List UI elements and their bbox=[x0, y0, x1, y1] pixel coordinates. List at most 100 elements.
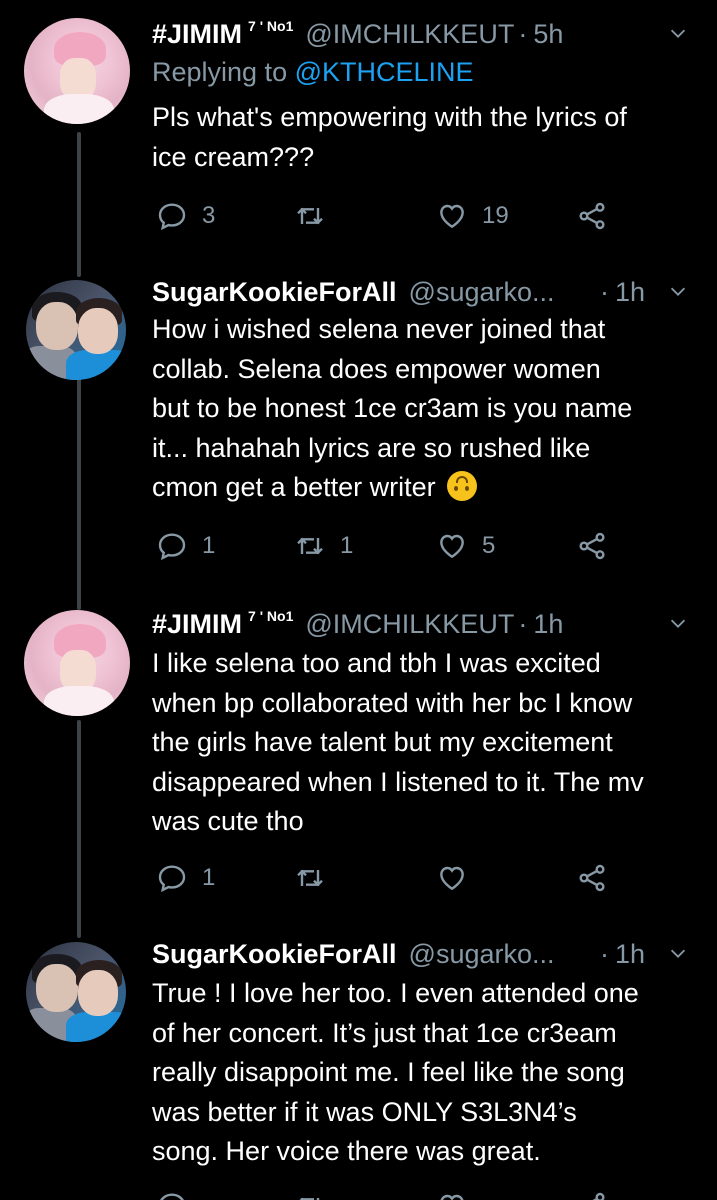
separator-dot: · bbox=[518, 608, 528, 639]
avatar[interactable] bbox=[26, 280, 126, 380]
retweet-icon bbox=[297, 869, 323, 887]
heart-icon bbox=[440, 1194, 464, 1200]
action-bar bbox=[152, 1186, 622, 1200]
heart-icon bbox=[440, 866, 464, 891]
avatar[interactable] bbox=[24, 610, 130, 716]
separator-dot: · bbox=[599, 276, 609, 307]
like-button[interactable] bbox=[436, 858, 468, 898]
upside-down-face-emoji bbox=[447, 471, 478, 501]
user-handle[interactable]: @IMCHILKKEUT bbox=[305, 609, 514, 640]
timestamp[interactable]: 1h bbox=[615, 939, 645, 970]
reply-button[interactable]: 3 bbox=[156, 196, 215, 236]
text-line: collab. Selena does empower women bbox=[152, 353, 601, 384]
text-line: Pls what's empowering with the lyrics of bbox=[152, 102, 627, 132]
text-line-with-emoji: cmon get a better writer bbox=[152, 468, 689, 508]
name-badge: 7 ' No1 bbox=[248, 608, 294, 624]
share-icon bbox=[592, 1192, 605, 1200]
retweet-button[interactable] bbox=[294, 1186, 326, 1200]
text-line: True ! I love her too. I even attended o… bbox=[152, 978, 639, 1008]
reply-count: 3 bbox=[202, 202, 216, 229]
text-line: disappeared when I listened to it. The m… bbox=[152, 766, 644, 797]
user-handle[interactable]: @sugarko... bbox=[409, 277, 555, 308]
display-name[interactable]: SugarKookieForAll bbox=[152, 277, 397, 308]
text-line: How i wished selena never joined that bbox=[152, 314, 606, 344]
name-badge: 7 ' No1 bbox=[248, 18, 294, 34]
text-line: ice cream??? bbox=[152, 141, 315, 172]
retweet-icon bbox=[299, 1197, 320, 1200]
retweet-button[interactable]: 1 bbox=[294, 526, 353, 566]
share-icon bbox=[579, 202, 605, 230]
tweet-text: How i wished selena never joined that co… bbox=[152, 310, 689, 508]
reply-count: 1 bbox=[202, 532, 216, 559]
reply-button[interactable] bbox=[156, 1186, 188, 1200]
retweet-icon bbox=[297, 537, 323, 555]
user-handle[interactable]: @IMCHILKKEUT bbox=[305, 19, 514, 50]
reply-icon bbox=[158, 203, 186, 231]
reply-count: 1 bbox=[202, 864, 216, 891]
text-line: when bp collaborated with her bc I know bbox=[152, 687, 633, 718]
text-line: really disappoint me. I feel like the so… bbox=[152, 1057, 625, 1087]
tweet-text: Pls what's empowering with the lyrics of… bbox=[152, 98, 689, 177]
action-bar: 1 1 5 bbox=[152, 526, 622, 566]
chevron-down-icon[interactable] bbox=[667, 22, 689, 44]
display-name[interactable]: SugarKookieForAll bbox=[152, 939, 397, 970]
tweet-header: #JIMIM 7 ' No1 @IMCHILKKEUT · 1h bbox=[152, 604, 689, 644]
avatar[interactable] bbox=[24, 18, 130, 124]
timestamp[interactable]: 1h bbox=[615, 277, 645, 308]
share-button[interactable] bbox=[576, 858, 608, 898]
display-name[interactable]: #JIMIM bbox=[152, 609, 242, 640]
like-button[interactable] bbox=[436, 1186, 468, 1200]
avatar[interactable] bbox=[26, 942, 126, 1042]
chevron-down-icon[interactable] bbox=[667, 280, 689, 302]
tweet-text: I like selena too and tbh I was excited … bbox=[152, 644, 689, 842]
chevron-down-icon[interactable] bbox=[667, 942, 689, 964]
share-button[interactable] bbox=[576, 196, 608, 236]
replying-to-handle-link[interactable]: @KTHCELINE bbox=[295, 57, 474, 87]
user-handle[interactable]: @sugarko... bbox=[409, 939, 555, 970]
share-button[interactable] bbox=[576, 526, 608, 566]
thread-line bbox=[77, 365, 81, 610]
display-name[interactable]: #JIMIM bbox=[152, 19, 242, 50]
retweet-button[interactable] bbox=[294, 858, 326, 898]
reply-button[interactable]: 1 bbox=[156, 858, 215, 898]
timestamp[interactable]: 1h bbox=[533, 609, 563, 640]
share-button[interactable] bbox=[576, 1186, 608, 1200]
share-icon bbox=[579, 864, 605, 892]
tweet-header: #JIMIM 7 ' No1 @IMCHILKKEUT · 5h bbox=[152, 14, 689, 54]
text-line: song. Her voice there was great. bbox=[152, 1136, 541, 1166]
reply-icon bbox=[160, 1193, 184, 1200]
thread-line bbox=[77, 132, 81, 277]
separator-dot: · bbox=[599, 938, 609, 969]
text-line: was cute tho bbox=[152, 806, 304, 836]
text-line: of her concert. It’s just that 1ce cr3ea… bbox=[152, 1017, 617, 1048]
separator-dot: · bbox=[518, 18, 528, 49]
like-button[interactable]: 5 bbox=[436, 526, 495, 566]
reply-icon bbox=[158, 865, 186, 893]
text-line: I like selena too and tbh I was excited bbox=[152, 648, 601, 678]
text-line: cmon get a better writer bbox=[152, 472, 436, 502]
action-bar: 1 bbox=[152, 858, 622, 898]
tweet-header: SugarKookieForAll @sugarko... · 1h bbox=[152, 272, 689, 312]
heart-icon bbox=[440, 534, 464, 559]
like-count: 19 bbox=[482, 202, 509, 229]
chevron-down-icon[interactable] bbox=[667, 612, 689, 634]
reply-button[interactable]: 1 bbox=[156, 526, 215, 566]
thread-line bbox=[77, 720, 81, 938]
replying-to: Replying to @KTHCELINE bbox=[152, 57, 474, 88]
retweet-icon bbox=[297, 207, 323, 225]
retweet-count: 1 bbox=[340, 532, 354, 559]
retweet-button[interactable] bbox=[294, 196, 340, 236]
heart-icon bbox=[440, 204, 464, 229]
reply-icon bbox=[158, 533, 186, 561]
tweet-header: SugarKookieForAll @sugarko... · 1h bbox=[152, 934, 689, 974]
text-line: it... hahahah lyrics are so rushed like bbox=[152, 432, 591, 463]
action-bar: 3 19 bbox=[152, 196, 622, 236]
replying-label: Replying to bbox=[152, 57, 288, 87]
like-count: 5 bbox=[482, 532, 496, 559]
text-line: the girls have talent but my excitement bbox=[152, 727, 613, 757]
like-button[interactable]: 19 bbox=[436, 196, 509, 236]
text-line: was better if it was ONLY S3L3N4’s bbox=[152, 1096, 577, 1127]
timestamp[interactable]: 5h bbox=[533, 19, 563, 50]
share-icon bbox=[579, 532, 605, 560]
tweet-text: True ! I love her too. I even attended o… bbox=[152, 974, 689, 1172]
